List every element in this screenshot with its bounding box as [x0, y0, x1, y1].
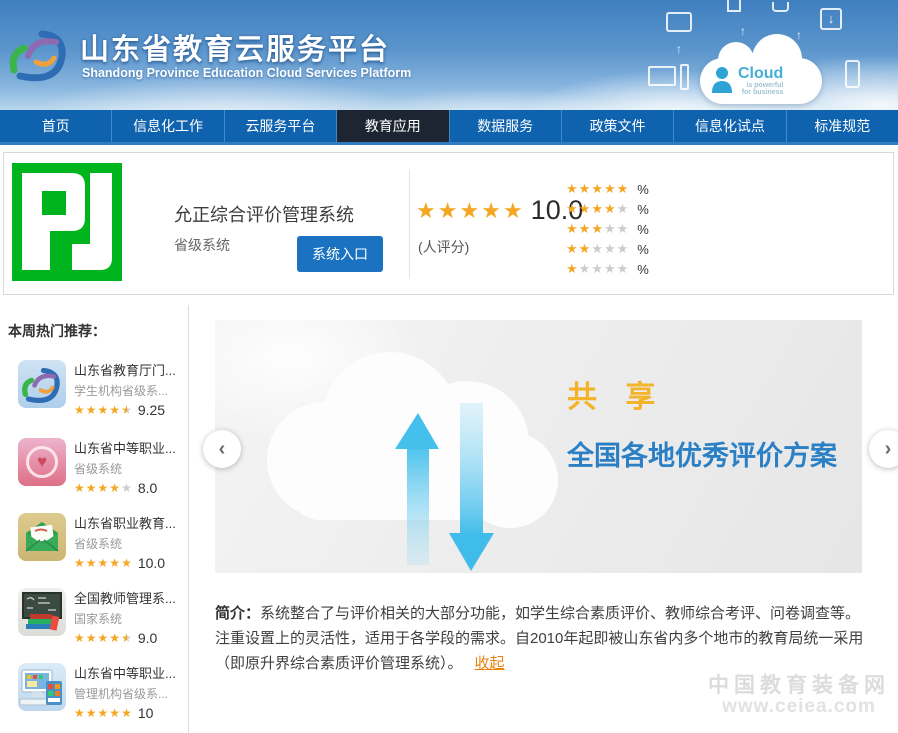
blackboard-icon: [18, 588, 66, 636]
breakdown-row-2star: ★★★★★ %: [566, 239, 649, 259]
nav-item-informatization[interactable]: 信息化工作: [111, 110, 223, 142]
up-arrow-icon: ↑: [740, 24, 746, 38]
breakdown-row-4star: ★★★★★ %: [566, 199, 649, 219]
pj-app-icon: [12, 163, 122, 286]
cloud-badge: Cloud is powerful for business: [700, 58, 822, 104]
breakdown-row-5star: ★★★★★ %: [566, 179, 649, 199]
recommended-app-row[interactable]: 山东省中等职业... 管理机构省级系... ★★★★★ 10: [0, 663, 189, 727]
watermark-line1: 中国教育装备网: [703, 674, 895, 696]
app-score-suffix: (人评分): [418, 237, 469, 257]
app-subtitle: 省级系统: [74, 460, 186, 477]
recommended-app-row[interactable]: 山东省教育厅门... 学生机构省级系... ★★★★★ 9.25: [0, 360, 189, 424]
up-arrow-icon: ↑: [796, 28, 802, 42]
intro-label: 简介：: [215, 605, 260, 622]
app-title: 山东省教育厅门...: [74, 360, 186, 379]
carousel-slide[interactable]: 共 享 全国各地优秀评价方案: [215, 320, 862, 573]
app-score: 10: [138, 705, 154, 721]
up-arrow-icon: ↑: [676, 42, 682, 56]
app-score: 9.25: [138, 402, 165, 418]
cart-icon: [772, 2, 789, 12]
app-score: 9.0: [138, 630, 157, 646]
app-title: 山东省职业教育...: [74, 513, 186, 532]
system-entry-button[interactable]: 系统入口: [297, 236, 383, 272]
intro-text: 系统整合了与评价相关的大部分功能，如学生综合素质评价、教师综合考评、问卷调查等。…: [215, 605, 863, 672]
sidebar-title: 本周热门推荐：: [8, 321, 106, 341]
recommended-app-row[interactable]: ♥ 山东省中等职业... 省级系统 ★★★★★ 8.0: [0, 438, 189, 502]
pc-tower-icon: [680, 64, 689, 90]
envelope-icon: [18, 513, 66, 561]
nav-item-home[interactable]: 首页: [0, 110, 111, 142]
carousel-next-button[interactable]: ›: [869, 430, 898, 468]
nav-item-education-apps[interactable]: 教育应用: [336, 110, 448, 142]
app-score-stars: ★★★★★: [416, 198, 525, 224]
breakdown-row-3star: ★★★★★ %: [566, 219, 649, 239]
monitor-icon: [648, 66, 676, 86]
watermark-line2: www.ceiea.com: [703, 696, 895, 718]
app-score: 10.0: [138, 555, 165, 571]
person-icon: [710, 65, 734, 98]
breakdown-row-1star: ★★★★★ %: [566, 259, 649, 279]
tablet-icon: [666, 12, 692, 32]
computer-icon: [18, 663, 66, 711]
slide-title: 共 享: [567, 372, 665, 416]
rating-breakdown: ★★★★★ % ★★★★★ % ★★★★★ % ★★★★★ % ★★★★★ %: [566, 179, 649, 279]
site-title: 山东省教育云服务平台: [80, 26, 390, 68]
cloud-badge-line1: Cloud: [738, 66, 783, 82]
site-subtitle: Shandong Province Education Cloud Servic…: [82, 66, 411, 80]
phone-icon: [845, 60, 860, 88]
app-subtitle: 国家系统: [74, 610, 186, 627]
download-icon: ↓: [820, 8, 842, 30]
cloud-badge-line2: is powerful: [738, 82, 783, 89]
recommended-app-row[interactable]: 山东省职业教育... 省级系统 ★★★★★ 10.0: [0, 513, 189, 577]
app-subtitle: 学生机构省级系...: [74, 382, 186, 399]
main-nav: 首页 信息化工作 云服务平台 教育应用 数据服务 政策文件 信息化试点 标准规范: [0, 110, 898, 145]
site-watermark: 中国教育装备网 www.ceiea.com: [703, 674, 895, 718]
calculator-icon: [727, 0, 741, 12]
divider: [409, 169, 410, 279]
nav-item-pilot[interactable]: 信息化试点: [673, 110, 785, 142]
site-header: 山东省教育云服务平台 Shandong Province Education C…: [0, 0, 898, 110]
recommended-app-row[interactable]: 全国教师管理系... 国家系统 ★★★★★ 9.0: [0, 588, 189, 652]
app-title: 山东省中等职业...: [74, 663, 186, 682]
cloud-upload-download-graphic: [255, 345, 585, 578]
shandong-swirl-icon: [18, 360, 66, 408]
heart-icon: ♥: [18, 438, 66, 486]
nav-item-policy-docs[interactable]: 政策文件: [561, 110, 673, 142]
app-level-label: 省级系统: [174, 235, 230, 255]
app-subtitle: 省级系统: [74, 535, 186, 552]
app-name: 允正综合评价管理系统: [174, 201, 354, 227]
shandong-swirl-icon: [8, 24, 72, 89]
nav-item-standards[interactable]: 标准规范: [786, 110, 898, 142]
app-subtitle: 管理机构省级系...: [74, 685, 186, 702]
app-title: 全国教师管理系...: [74, 588, 186, 607]
app-intro: 简介：系统整合了与评价相关的大部分功能，如学生综合素质评价、教师综合考评、问卷调…: [215, 601, 867, 676]
cloud-badge-line3: for business: [738, 89, 783, 96]
app-detail-card: 允正综合评价管理系统 省级系统 系统入口 ★★★★★ 10.0 (人评分) ★★…: [3, 152, 894, 295]
collapse-link[interactable]: 收起: [475, 655, 505, 672]
nav-item-data-services[interactable]: 数据服务: [449, 110, 561, 142]
carousel-prev-button[interactable]: ‹: [203, 430, 241, 468]
slide-subtitle: 全国各地优秀评价方案: [567, 434, 837, 473]
nav-item-cloud-platform[interactable]: 云服务平台: [224, 110, 336, 142]
app-score: 8.0: [138, 480, 157, 496]
app-title: 山东省中等职业...: [74, 438, 186, 457]
hot-recommendations-sidebar: 本周热门推荐： 山东省教育厅门... 学生机构省级系... ★★★★★ 9.25…: [0, 305, 189, 733]
site-logo[interactable]: 山东省教育云服务平台 Shandong Province Education C…: [8, 20, 428, 95]
